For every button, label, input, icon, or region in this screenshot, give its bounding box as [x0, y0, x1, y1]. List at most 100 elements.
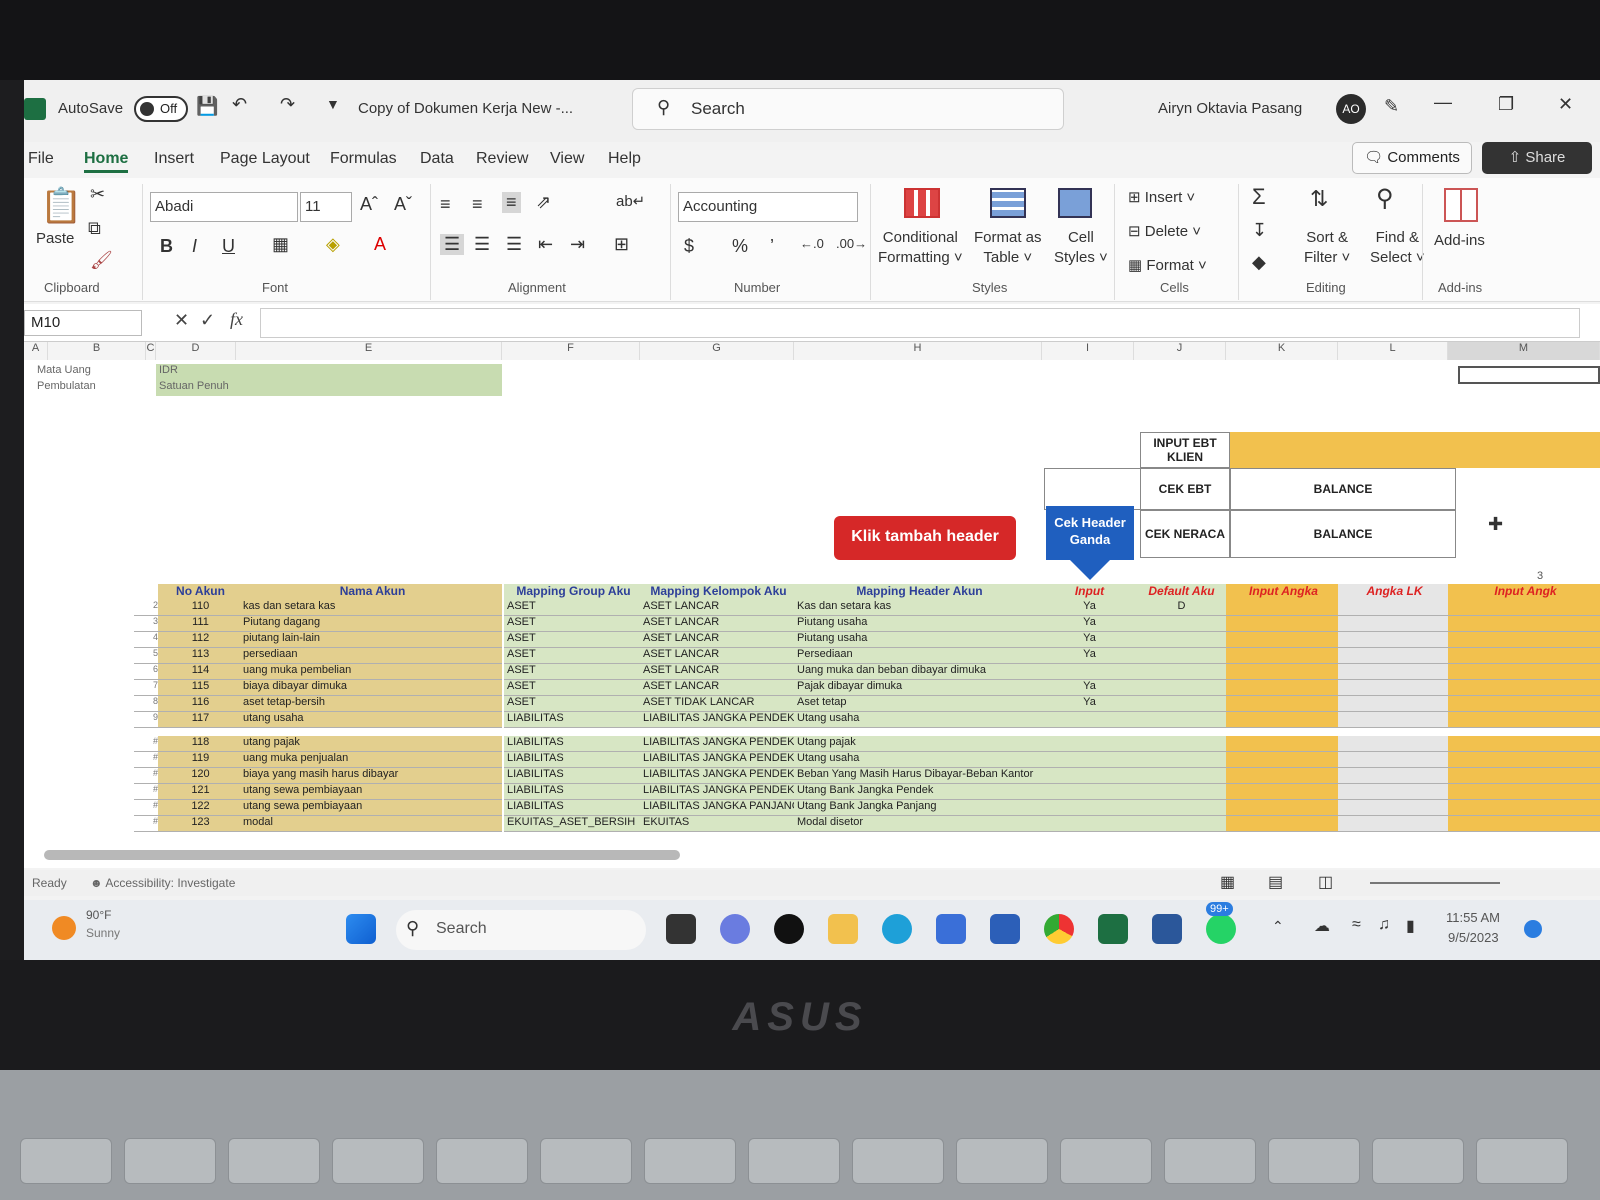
cell-input[interactable] [1042, 800, 1134, 816]
copy-icon[interactable]: ⧉ [88, 218, 101, 239]
wrap-text-icon[interactable]: ab↵ [616, 192, 645, 210]
column-header-d[interactable]: D [156, 342, 236, 360]
cell-r[interactable]: 3 [134, 616, 158, 632]
cell-nama[interactable]: persediaan [240, 648, 502, 664]
cell-def[interactable] [1134, 736, 1226, 752]
header-mapping-kelompok[interactable]: Mapping Kelompok Aku [640, 584, 794, 600]
header-mapping-group[interactable]: Mapping Group Aku [504, 584, 640, 600]
align-middle-icon[interactable]: ≡ [472, 194, 483, 215]
font-name-select[interactable]: Abadi [150, 192, 298, 222]
cell-empty[interactable] [1338, 800, 1448, 816]
cell-def[interactable] [1134, 680, 1226, 696]
customize-qat-icon[interactable]: ▼ [326, 96, 340, 112]
cell-nama[interactable]: biaya dibayar dimuka [240, 680, 502, 696]
cell-no[interactable]: 123 [158, 816, 240, 832]
cell-empty[interactable] [1226, 816, 1338, 832]
cell-empty[interactable] [1338, 616, 1448, 632]
cell-r[interactable]: # [134, 800, 158, 816]
cell-def[interactable] [1134, 648, 1226, 664]
pembulatan-value[interactable]: Satuan Penuh [156, 380, 502, 396]
tab-home[interactable]: Home [84, 150, 129, 173]
align-top-icon[interactable]: ≡ [440, 194, 451, 215]
underline-icon[interactable]: U [222, 236, 235, 257]
cell-def[interactable] [1134, 664, 1226, 680]
avatar[interactable]: AO [1336, 94, 1366, 124]
cell-kelompok[interactable]: ASET LANCAR [640, 616, 794, 632]
cell-kelompok[interactable]: ASET LANCAR [640, 680, 794, 696]
cell-r[interactable]: # [134, 816, 158, 832]
column-header-c[interactable]: C [146, 342, 156, 360]
cell-no[interactable]: 120 [158, 768, 240, 784]
font-size-select[interactable]: 11 [300, 192, 352, 222]
cell-r[interactable]: 8 [134, 696, 158, 712]
cell-empty[interactable] [1448, 680, 1600, 696]
cell-empty[interactable] [1448, 648, 1600, 664]
align-left-icon[interactable]: ☰ [440, 234, 465, 255]
paste-button-label[interactable]: Paste [36, 230, 74, 247]
cell-empty[interactable] [1448, 768, 1600, 784]
cell-kelompok[interactable]: ASET TIDAK LANCAR [640, 696, 794, 712]
cell-no[interactable]: 118 [158, 736, 240, 752]
cell-no[interactable]: 122 [158, 800, 240, 816]
header-default-akun[interactable]: Default Aku [1134, 584, 1226, 600]
file-explorer-icon[interactable] [828, 914, 858, 944]
cell-empty[interactable] [1448, 696, 1600, 712]
tab-view[interactable]: View [550, 150, 584, 168]
find-select-button[interactable]: Find & Select ˅ [1370, 228, 1425, 268]
cell-def[interactable] [1134, 816, 1226, 832]
cell-group[interactable]: LIABILITAS [504, 752, 640, 768]
cell-nama[interactable]: uang muka pembelian [240, 664, 502, 680]
cell-input[interactable]: Ya [1042, 696, 1134, 712]
cell-input[interactable]: Ya [1042, 616, 1134, 632]
cell-input[interactable] [1042, 816, 1134, 832]
cell-r[interactable]: # [134, 752, 158, 768]
cell-input[interactable] [1042, 784, 1134, 800]
cell-group[interactable]: EKUITAS_ASET_BERSIH [504, 816, 640, 832]
increase-indent-icon[interactable]: ⇥ [570, 234, 585, 255]
page-layout-view-icon[interactable]: ▤ [1268, 872, 1283, 892]
cut-icon[interactable]: ✂ [90, 184, 105, 205]
column-header-a[interactable]: A [24, 342, 48, 360]
minimize-icon[interactable]: — [1434, 92, 1452, 113]
tab-review[interactable]: Review [476, 150, 528, 168]
cell-header[interactable]: Utang Bank Jangka Panjang [794, 800, 1042, 816]
cell-def[interactable] [1134, 712, 1226, 728]
horizontal-scrollbar[interactable] [44, 850, 680, 860]
align-center-icon[interactable]: ☰ [474, 234, 490, 255]
format-painter-icon[interactable]: 🖌 [90, 250, 113, 271]
cell-r[interactable]: # [134, 736, 158, 752]
cell-group[interactable]: ASET [504, 648, 640, 664]
bold-icon[interactable]: B [160, 236, 173, 257]
tab-page-layout[interactable]: Page Layout [220, 150, 310, 168]
column-header-k[interactable]: K [1226, 342, 1338, 360]
cell-kelompok[interactable]: LIABILITAS JANGKA PENDEK [640, 752, 794, 768]
cell-r[interactable]: 4 [134, 632, 158, 648]
tab-formulas[interactable]: Formulas [330, 150, 397, 168]
cell-no[interactable]: 113 [158, 648, 240, 664]
page-break-view-icon[interactable]: ◫ [1318, 872, 1333, 892]
cell-empty[interactable] [1448, 616, 1600, 632]
cell-r[interactable]: 6 [134, 664, 158, 680]
cell-empty[interactable] [1338, 632, 1448, 648]
header-nama-akun[interactable]: Nama Akun [240, 584, 502, 600]
chevron-up-icon[interactable]: ⌃ [1272, 918, 1284, 935]
cell-def[interactable] [1134, 752, 1226, 768]
cell-header[interactable]: Utang Bank Jangka Pendek [794, 784, 1042, 800]
cell-styles-icon[interactable] [1058, 188, 1092, 218]
cell-group[interactable]: ASET [504, 664, 640, 680]
cell-header[interactable]: Uang muka dan beban dibayar dimuka [794, 664, 1042, 680]
fill-color-icon[interactable]: ◈ [326, 234, 340, 255]
cell-empty[interactable] [1448, 632, 1600, 648]
delete-cells-button[interactable]: ⊟ Delete ˅ [1128, 222, 1201, 240]
cell-nama[interactable]: utang pajak [240, 736, 502, 752]
tab-insert[interactable]: Insert [154, 150, 194, 168]
column-header-f[interactable]: F [502, 342, 640, 360]
cell-no[interactable]: 114 [158, 664, 240, 680]
mata-uang-value[interactable]: IDR [156, 364, 502, 380]
decrease-decimal-icon[interactable]: .00→ [836, 236, 867, 251]
cell-empty[interactable] [1338, 784, 1448, 800]
cell-group[interactable]: LIABILITAS [504, 800, 640, 816]
chrome-icon[interactable] [1044, 914, 1074, 944]
cancel-icon[interactable]: ✕ [174, 310, 189, 331]
cell-empty[interactable] [1448, 816, 1600, 832]
